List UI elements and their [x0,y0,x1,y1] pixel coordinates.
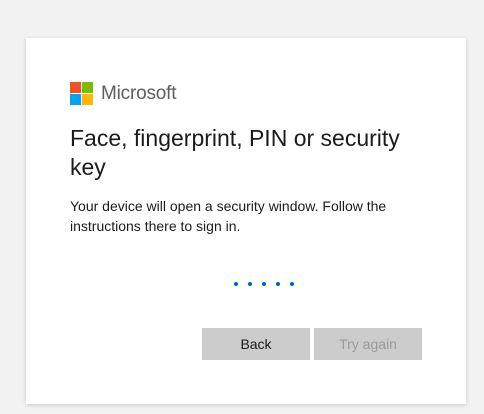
page-title: Face, fingerprint, PIN or security key [70,125,400,180]
sign-in-card: Microsoft Face, fingerprint, PIN or secu… [26,38,466,404]
logo-square-blue [70,94,81,105]
progress-dot [290,282,294,286]
back-button[interactable]: Back [202,328,310,360]
instructions-text: Your device will open a security window.… [70,198,387,234]
progress-dot [276,282,280,286]
logo-square-red [70,82,81,93]
brand-name: Microsoft [101,82,177,104]
logo-square-yellow [82,94,93,105]
try-again-button[interactable]: Try again [314,328,422,360]
progress-indicator [234,282,294,286]
progress-dot [262,282,266,286]
logo-square-green [82,82,93,93]
progress-dot [234,282,238,286]
microsoft-logo-icon [70,82,93,105]
progress-dot [248,282,252,286]
brand: Microsoft [70,82,176,105]
